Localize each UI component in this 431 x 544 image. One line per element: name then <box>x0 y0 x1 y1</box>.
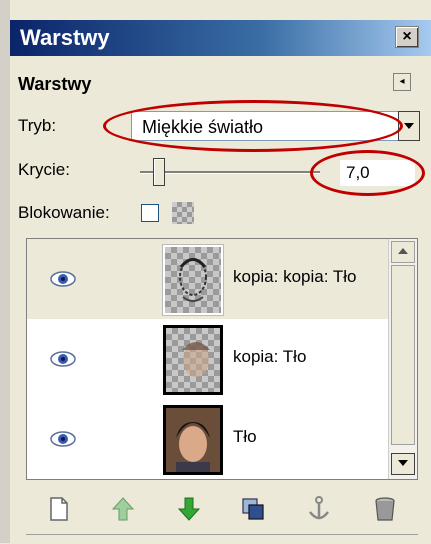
eye-icon[interactable] <box>49 351 77 367</box>
lock-alpha-checkbox[interactable] <box>141 204 159 222</box>
opacity-slider-track[interactable] <box>140 171 320 174</box>
layer-toolbar <box>26 488 418 528</box>
opacity-spinbox[interactable]: 7,0 <box>340 160 415 186</box>
layer-row[interactable]: kopia: Tło <box>27 319 389 399</box>
scrollbar-thumb[interactable] <box>391 265 415 445</box>
mode-label: Tryb: <box>18 116 57 135</box>
layer-row[interactable]: kopia: kopia: Tło <box>27 239 389 319</box>
panel-menu-button[interactable]: ◂ <box>393 73 411 91</box>
left-strip <box>0 0 10 543</box>
portrait-faded-thumbnail <box>182 342 210 377</box>
layer-thumbnail <box>163 405 223 475</box>
close-button[interactable]: × <box>395 26 419 48</box>
panel-title: Warstwy <box>18 74 92 94</box>
opacity-label: Krycie: <box>18 160 70 179</box>
layer-name: kopia: kopia: Tło <box>233 267 357 286</box>
mode-dropdown-button[interactable] <box>398 111 420 141</box>
chevron-down-icon <box>398 460 408 466</box>
eye-icon[interactable] <box>49 271 77 287</box>
layer-row[interactable]: Tło <box>27 399 389 479</box>
lower-layer-icon[interactable] <box>174 494 204 524</box>
scroll-down-button[interactable] <box>391 453 415 475</box>
new-layer-icon[interactable] <box>44 494 74 524</box>
scroll-up-button[interactable] <box>391 241 415 263</box>
checkerboard-icon <box>172 202 194 224</box>
window-title: Warstwy <box>20 25 110 50</box>
eye-icon[interactable] <box>49 431 77 447</box>
anchor-layer-icon[interactable] <box>304 494 334 524</box>
chevron-down-icon <box>404 123 414 129</box>
layer-thumbnail <box>163 245 223 315</box>
delete-layer-icon[interactable] <box>370 494 400 524</box>
opacity-slider-thumb[interactable] <box>152 158 165 186</box>
layer-name: Tło <box>233 427 257 446</box>
layer-list-scrollbar[interactable] <box>388 239 417 479</box>
layer-list: kopia: kopia: Tło kopia: Tło Tło <box>26 238 418 480</box>
mode-select[interactable]: Miękkie światło <box>131 111 399 141</box>
lock-label: Blokowanie: <box>18 203 110 222</box>
raise-layer-icon[interactable] <box>108 494 138 524</box>
layer-name: kopia: Tło <box>233 347 307 366</box>
chevron-up-icon <box>398 248 408 254</box>
layer-thumbnail <box>163 325 223 395</box>
portrait-photo-thumbnail <box>166 408 220 472</box>
duplicate-layer-icon[interactable] <box>238 494 268 524</box>
portrait-sketch-thumbnail <box>179 258 207 302</box>
window-titlebar[interactable]: Warstwy × <box>10 20 431 56</box>
